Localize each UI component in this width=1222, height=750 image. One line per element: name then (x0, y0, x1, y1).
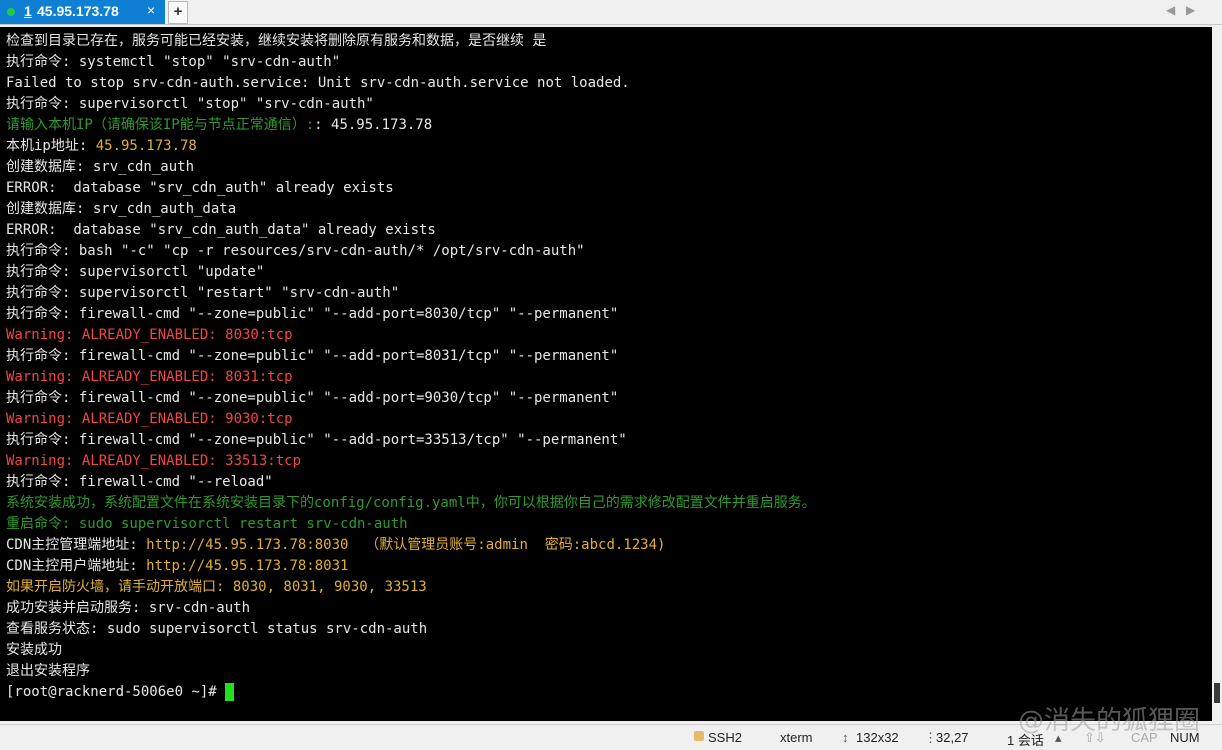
terminal-line: Warning: ALREADY_ENABLED: 33513:tcp (6, 451, 816, 472)
line-text: 执行命令: systemctl "stop" "srv-cdn-auth" (6, 54, 341, 70)
line-text: 本机ip地址: (6, 138, 96, 154)
line-highlight-text: http://45.95.173.78:8030 （默认管理员账号:admin … (146, 537, 666, 553)
line-text: 执行命令: supervisorctl "update" (6, 264, 265, 280)
scroll-tabs-left-icon[interactable]: ◀ (1166, 3, 1175, 17)
line-text: 执行命令: supervisorctl "stop" "srv-cdn-auth… (6, 96, 374, 112)
tab-bar: 1 45.95.173.78 × + ◀ ▶ (0, 0, 1222, 25)
terminal-line: 查看服务状态: sudo supervisorctl status srv-cd… (6, 619, 816, 640)
line-text: ERROR: database "srv_cdn_auth_data" alre… (6, 222, 436, 238)
cursor-position: 32,27 (936, 730, 969, 745)
terminal-line: ERROR: database "srv_cdn_auth_data" alre… (6, 220, 816, 241)
terminal-line: 安装成功 (6, 640, 816, 661)
terminal-line: 系统安装成功，系统配置文件在系统安装目录下的config/config.yaml… (6, 493, 816, 514)
terminal-line: 执行命令: supervisorctl "update" (6, 262, 816, 283)
line-text: CDN主控用户端地址: (6, 558, 147, 574)
terminal-line: 创建数据库: srv_cdn_auth_data (6, 199, 816, 220)
line-text: Warning: ALREADY_ENABLED: 8030:tcp (6, 327, 293, 343)
line-text: 执行命令: firewall-cmd "--zone=public" "--ad… (6, 348, 619, 364)
terminal-line: 本机ip地址: 45.95.173.78 (6, 136, 816, 157)
line-text: 退出安装程序 (6, 663, 90, 679)
line-text: 执行命令: firewall-cmd "--zone=public" "--ad… (6, 390, 619, 406)
tab-number: 1 (24, 3, 32, 19)
line-text: 执行命令: firewall-cmd "--reload" (6, 474, 273, 490)
terminal-line: 执行命令: supervisorctl "restart" "srv-cdn-a… (6, 283, 816, 304)
text-cursor (225, 683, 235, 701)
line-text: CDN主控管理端地址: (6, 537, 147, 553)
terminal-lines: 检查到目录已存在，服务可能已经安装，继续安装将删除原有服务和数据，是否继续 是执… (6, 31, 816, 703)
line-text: 系统安装成功，系统配置文件在系统安装目录下的config/config.yaml… (6, 495, 816, 511)
terminal-line: Failed to stop srv-cdn-auth.service: Uni… (6, 73, 816, 94)
watermark: @消失的狐狸圈 (1018, 706, 1201, 736)
line-text: 创建数据库: srv_cdn_auth (6, 159, 195, 175)
protocol-indicator: SSH2 (708, 730, 742, 745)
terminal-line: 如果开启防火墙，请手动开放端口: 8030, 8031, 9030, 33513 (6, 577, 816, 598)
resize-icon: ↕ (842, 730, 849, 745)
terminal-line: 执行命令: bash "-c" "cp -r resources/srv-cdn… (6, 241, 816, 262)
terminal-line: 执行命令: firewall-cmd "--zone=public" "--ad… (6, 304, 816, 325)
line-text: 成功安装并启动服务: srv-cdn-auth (6, 600, 251, 616)
terminal-scrollbar[interactable] (1212, 27, 1222, 721)
terminal-line: 执行命令: supervisorctl "stop" "srv-cdn-auth… (6, 94, 816, 115)
terminal-line: Warning: ALREADY_ENABLED: 8031:tcp (6, 367, 816, 388)
line-text: 如果开启防火墙，请手动开放端口: 8030, 8031, 9030, 33513 (6, 579, 427, 595)
new-tab-button[interactable]: + (168, 1, 188, 24)
terminal-line: ERROR: database "srv_cdn_auth" already e… (6, 178, 816, 199)
terminal-line: Warning: ALREADY_ENABLED: 9030:tcp (6, 409, 816, 430)
connection-status-icon (7, 8, 15, 16)
scroll-tabs-right-icon[interactable]: ▶ (1186, 3, 1195, 17)
terminal-line: Warning: ALREADY_ENABLED: 8030:tcp (6, 325, 816, 346)
line-text: ERROR: database "srv_cdn_auth" already e… (6, 180, 394, 196)
terminal-line: CDN主控管理端地址: http://45.95.173.78:8030 （默认… (6, 535, 816, 556)
terminal-size: 132x32 (856, 730, 899, 745)
line-text: Warning: ALREADY_ENABLED: 8031:tcp (6, 369, 293, 385)
lock-icon (694, 731, 704, 741)
line-highlight-text: 45.95.173.78 (95, 138, 197, 154)
line-text: 执行命令: firewall-cmd "--zone=public" "--ad… (6, 432, 627, 448)
terminal-line: 执行命令: firewall-cmd "--reload" (6, 472, 816, 493)
close-tab-icon[interactable]: × (147, 2, 155, 18)
session-tab[interactable]: 1 45.95.173.78 × (0, 0, 165, 24)
terminal-line: 执行命令: firewall-cmd "--zone=public" "--ad… (6, 388, 816, 409)
terminal-line: 执行命令: systemctl "stop" "srv-cdn-auth" (6, 52, 816, 73)
terminal-line: 退出安装程序 (6, 661, 816, 682)
terminal-line: CDN主控用户端地址: http://45.95.173.78:8031 (6, 556, 816, 577)
terminal-line: 成功安装并启动服务: srv-cdn-auth (6, 598, 816, 619)
line-text: 查看服务状态: sudo supervisorctl status srv-cd… (6, 621, 428, 637)
line-text: 执行命令: supervisorctl "restart" "srv-cdn-a… (6, 285, 400, 301)
tab-title: 45.95.173.78 (37, 3, 119, 19)
shell-prompt-line[interactable]: [root@racknerd-5006e0 ~]# (6, 682, 816, 703)
line-text: 执行命令: bash "-c" "cp -r resources/srv-cdn… (6, 243, 585, 259)
line-text: Warning: ALREADY_ENABLED: 9030:tcp (6, 411, 293, 427)
shell-prompt: [root@racknerd-5006e0 ~]# (6, 684, 226, 700)
terminal-line: 请输入本机IP（请确保该IP能与节点正常通信）:: 45.95.173.78 (6, 115, 816, 136)
terminal-line: 执行命令: firewall-cmd "--zone=public" "--ad… (6, 346, 816, 367)
terminal-line: 重启命令: sudo supervisorctl restart srv-cdn… (6, 514, 816, 535)
line-text: 执行命令: firewall-cmd "--zone=public" "--ad… (6, 306, 619, 322)
line-text: 创建数据库: srv_cdn_auth_data (6, 201, 237, 217)
line-highlight-text: http://45.95.173.78:8031 (146, 558, 349, 574)
scrollbar-thumb[interactable] (1214, 683, 1220, 703)
terminal-line: 创建数据库: srv_cdn_auth (6, 157, 816, 178)
terminal-type: xterm (780, 730, 813, 745)
line-text: Failed to stop srv-cdn-auth.service: Uni… (6, 75, 630, 91)
terminal-output[interactable]: 检查到目录已存在，服务可能已经安装，继续安装将删除原有服务和数据，是否继续 是执… (0, 27, 1212, 721)
line-highlight-text: : 45.95.173.78 (314, 117, 433, 133)
line-text: 重启命令: sudo supervisorctl restart srv-cdn… (6, 516, 408, 532)
line-text: 检查到目录已存在，服务可能已经安装，继续安装将删除原有服务和数据，是否继续 是 (6, 33, 547, 49)
line-text: 安装成功 (6, 642, 62, 658)
terminal-line: 检查到目录已存在，服务可能已经安装，继续安装将删除原有服务和数据，是否继续 是 (6, 31, 816, 52)
line-text: 请输入本机IP（请确保该IP能与节点正常通信）: (6, 117, 315, 133)
terminal-line: 执行命令: firewall-cmd "--zone=public" "--ad… (6, 430, 816, 451)
line-text: Warning: ALREADY_ENABLED: 33513:tcp (6, 453, 302, 469)
